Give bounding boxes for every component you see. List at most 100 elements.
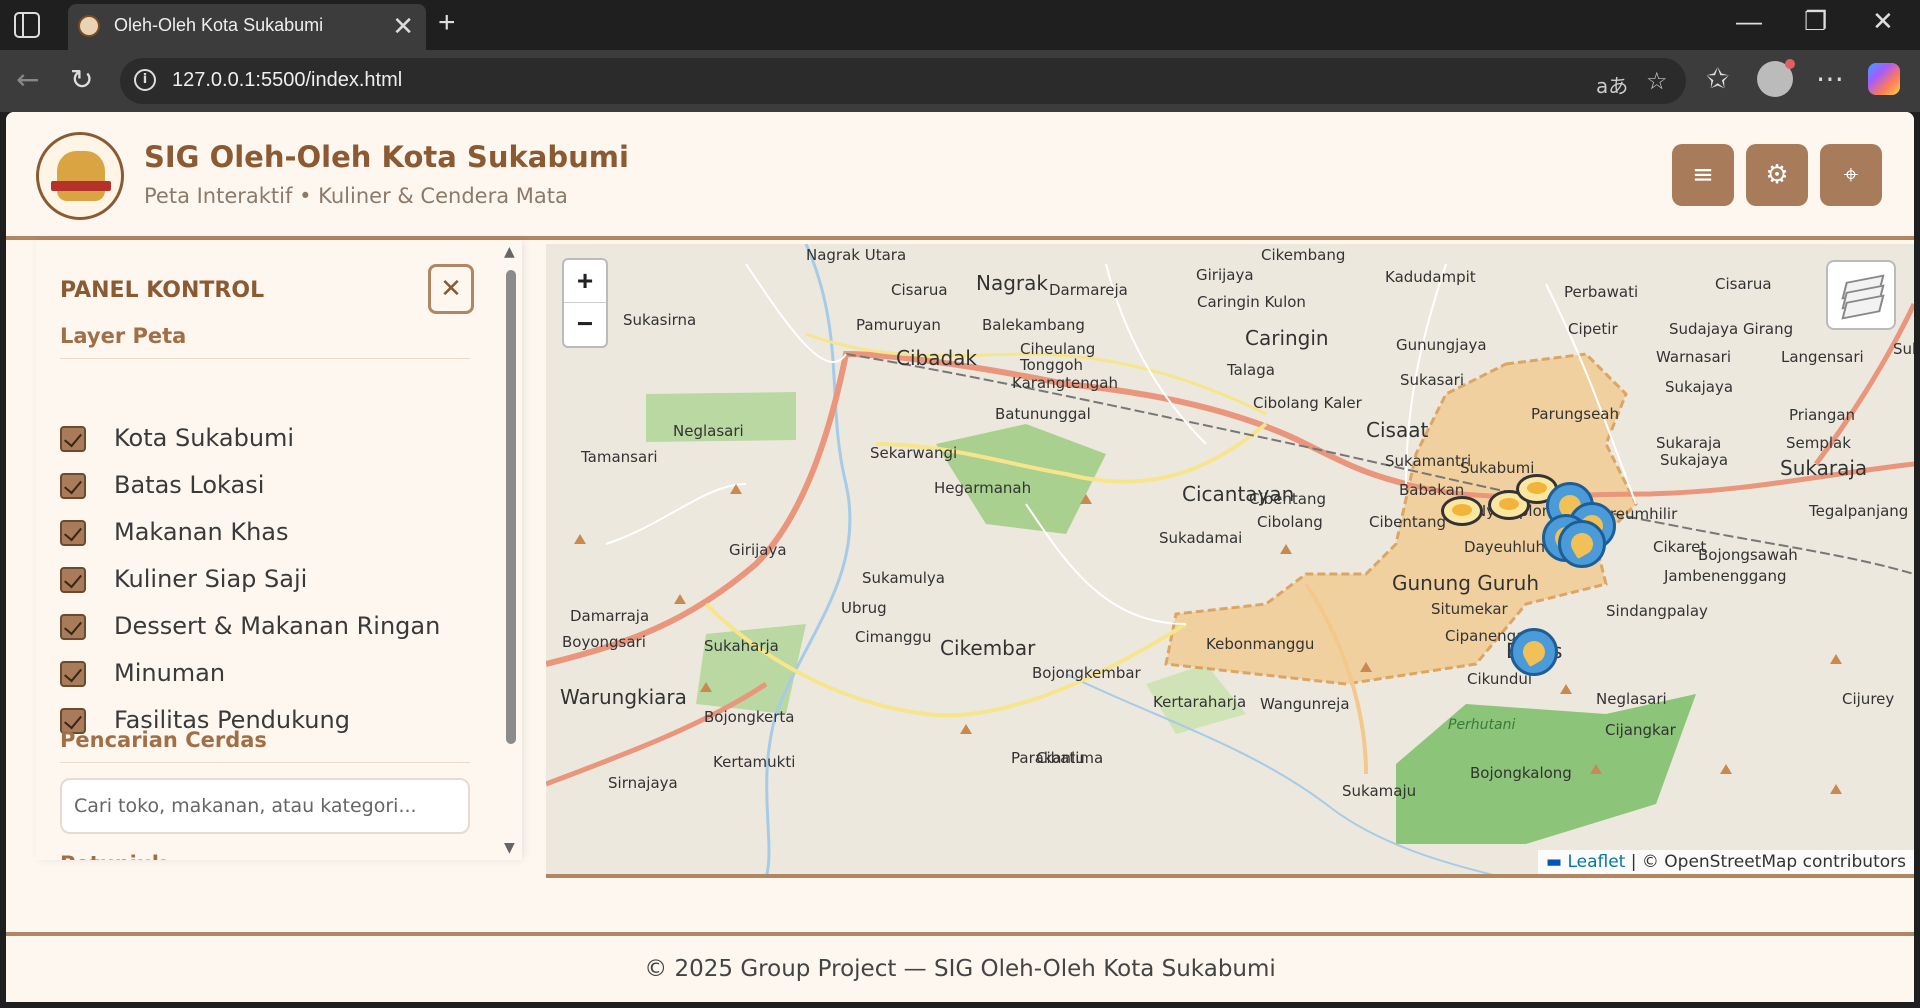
map-place-label: Sudajaya Girang xyxy=(1669,320,1794,338)
scroll-up-icon[interactable]: ▲ xyxy=(504,244,515,260)
layer-checkbox[interactable] xyxy=(60,426,86,452)
map-place-label: Cibadak xyxy=(896,346,978,370)
map-place-label: Sukaraja xyxy=(1780,456,1868,480)
scroll-down-icon[interactable]: ▼ xyxy=(504,840,515,856)
map-place-label: Cisaat xyxy=(1366,418,1429,442)
map-place-label: Bojongkembar xyxy=(1032,664,1141,682)
site-info-icon[interactable]: i xyxy=(134,69,156,91)
leaflet-link[interactable]: Leaflet xyxy=(1567,852,1625,872)
map-place-label: Parungseah xyxy=(1531,405,1620,423)
footer-text: © 2025 Group Project — SIG Oleh-Oleh Kot… xyxy=(644,956,1276,982)
zoom-out-button[interactable]: − xyxy=(564,303,606,346)
menu-icon: ≡ xyxy=(1692,160,1714,190)
map-place-label: Sukajaya xyxy=(1665,378,1734,396)
map-place-label: Sukajaya xyxy=(1660,451,1729,469)
map-place-label: Cibolang xyxy=(1257,513,1323,531)
copilot-icon[interactable] xyxy=(1868,63,1900,95)
back-icon[interactable]: ← xyxy=(16,63,39,96)
help-heading: Petunjuk xyxy=(60,852,166,860)
tab-favicon xyxy=(78,15,100,37)
map-place-label: Gunungjaya xyxy=(1396,336,1487,354)
restore-icon[interactable]: ❐ xyxy=(1804,6,1827,37)
profile-avatar[interactable] xyxy=(1757,59,1795,97)
map-view[interactable]: + − Nagrak Cisarua Darmareja Girijaya Cikemb… xyxy=(546,244,1914,878)
map-place-label: Cibentang xyxy=(1369,513,1446,531)
search-input[interactable] xyxy=(60,778,470,834)
layer-checkbox[interactable] xyxy=(60,661,86,687)
map-place-label: Sukasirna xyxy=(623,311,697,329)
minimize-icon[interactable]: — xyxy=(1736,6,1762,37)
more-options-icon[interactable]: ⋯ xyxy=(1816,62,1844,95)
locate-button[interactable]: ⌖ xyxy=(1820,144,1882,206)
map-place-label: Cibatu xyxy=(1036,749,1085,767)
map-place-label: Karangtengah xyxy=(1012,374,1118,392)
map-place-label: Nagrak Utara xyxy=(806,246,907,264)
layer-checkbox[interactable] xyxy=(60,473,86,499)
menu-button[interactable]: ≡ xyxy=(1672,144,1734,206)
site-title: SIG Oleh-Oleh Kota Sukabumi xyxy=(144,140,629,174)
favorite-star-icon[interactable]: ☆ xyxy=(1646,67,1668,95)
panel-title: PANEL KONTROL xyxy=(60,278,265,303)
map-place-label: Cikembar xyxy=(940,636,1036,660)
translate-icon[interactable]: aあ xyxy=(1596,70,1628,99)
layer-label: Kuliner Siap Saji xyxy=(114,565,308,593)
map-place-label: Tegalpanjang xyxy=(1809,502,1909,520)
map-place-label: Warnasari xyxy=(1656,348,1732,366)
map-place-label: Jambenenggang xyxy=(1664,567,1787,585)
refresh-icon[interactable]: ↻ xyxy=(70,63,93,96)
map-place-label: Cijangkar xyxy=(1605,721,1676,739)
map-place-label: Cipetir xyxy=(1568,320,1618,338)
search-heading: Pencarian Cerdas xyxy=(60,728,267,752)
layer-checkbox[interactable] xyxy=(60,614,86,640)
sidebar-toggle-icon[interactable] xyxy=(14,12,40,38)
url-text: 127.0.0.1:5500/index.html xyxy=(172,69,403,91)
map-place-label: Perhutani xyxy=(1448,717,1516,733)
map-place-label: Girijaya xyxy=(729,541,787,559)
close-icon: ✕ xyxy=(440,274,462,304)
scroll-thumb[interactable] xyxy=(506,270,516,744)
new-tab-icon[interactable]: + xyxy=(438,6,456,40)
map-place-label: Gunung Guruh xyxy=(1392,571,1540,595)
browser-tabbar: Oleh-Oleh Kota Sukabumi ✕ + — ❐ ✕ xyxy=(0,0,1920,50)
map-place-label: Langensari xyxy=(1781,348,1864,366)
map-place-label: Tamansari xyxy=(581,448,658,466)
map-place-label: Balekambang xyxy=(982,316,1085,334)
map-place-label: Kadudampit xyxy=(1385,268,1476,286)
layers-button[interactable] xyxy=(1826,260,1896,330)
settings-button[interactable]: ⚙ xyxy=(1746,144,1808,206)
map-place-label: Cikembang xyxy=(1261,246,1346,264)
map-marker[interactable] xyxy=(1510,628,1558,676)
layer-label: Dessert & Makanan Ringan xyxy=(114,612,441,640)
map-place-label: Sukamantri xyxy=(1385,452,1472,470)
map-place-label: Sukasari xyxy=(1400,371,1464,389)
map-place-label: Priangan xyxy=(1789,406,1856,424)
tab-close-icon[interactable]: ✕ xyxy=(392,11,414,42)
map-place-label: Cibentang xyxy=(1249,490,1326,508)
layer-label: Batas Lokasi xyxy=(114,471,265,499)
map-place-label: Warungkiara xyxy=(560,685,687,709)
site-logo xyxy=(36,132,124,220)
map-place-label: Nagrak xyxy=(976,271,1048,295)
layer-checkbox[interactable] xyxy=(60,520,86,546)
panel-close-button[interactable]: ✕ xyxy=(428,264,474,314)
zoom-in-button[interactable]: + xyxy=(564,260,606,303)
map-place-label: Pamuruyan xyxy=(856,316,941,334)
layer-checkbox[interactable] xyxy=(60,567,86,593)
favorites-icon[interactable]: ✩ xyxy=(1706,62,1729,95)
map-marker-food[interactable] xyxy=(1441,496,1483,526)
map-place-label: Caringin Kulon xyxy=(1197,293,1306,311)
map-place-label: Sukamaju xyxy=(1342,782,1417,800)
map-place-label: Neglasari xyxy=(673,422,744,440)
panel-scrollbar[interactable]: ▲ ▼ xyxy=(498,240,522,860)
map-place-label: Sukamulya xyxy=(862,569,945,587)
window-close-icon[interactable]: ✕ xyxy=(1872,6,1894,37)
locate-icon: ⌖ xyxy=(1843,160,1859,190)
map-place-label: Batununggal xyxy=(995,405,1091,423)
map-place-label: Sukadamai xyxy=(1159,529,1243,547)
url-field[interactable]: i 127.0.0.1:5500/index.html aあ ☆ xyxy=(120,58,1686,104)
map-marker[interactable] xyxy=(1558,520,1606,568)
map-place-label: Boyongsari xyxy=(562,633,646,651)
map-place-label: Neglasari xyxy=(1596,690,1667,708)
browser-tab[interactable]: Oleh-Oleh Kota Sukabumi ✕ xyxy=(68,4,426,50)
map-place-label: Sirnajaya xyxy=(608,774,678,792)
